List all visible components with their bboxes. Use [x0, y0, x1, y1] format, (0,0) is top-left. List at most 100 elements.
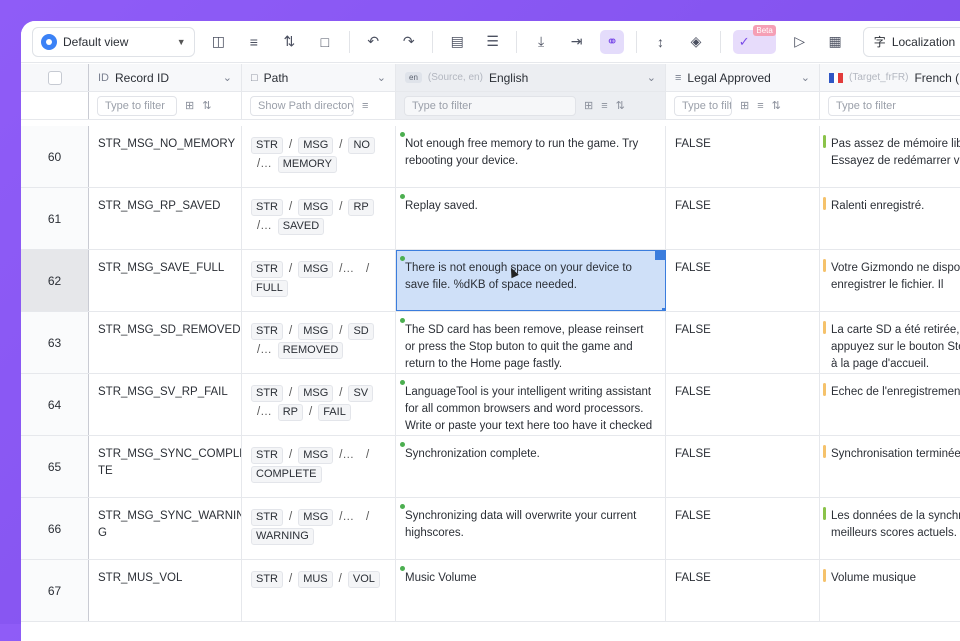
legal-approved-cell[interactable]: FALSE	[666, 250, 820, 311]
record-id-cell[interactable]: STR_MSG_SD_REMOVED	[89, 312, 242, 373]
folder-icon[interactable]: □	[313, 30, 336, 54]
record-id-cell[interactable]: STR_MUS_VOL	[89, 560, 242, 621]
legal-approved-cell[interactable]: FALSE	[666, 126, 820, 187]
english-cell[interactable]: Synchronization complete.	[396, 436, 666, 497]
download-icon[interactable]: ⤓	[529, 30, 552, 54]
english-cell[interactable]: Music Volume	[396, 560, 666, 621]
legal-approved-cell[interactable]: FALSE	[666, 374, 820, 435]
path-segment[interactable]: MSG	[298, 509, 334, 526]
path-segment[interactable]: FULL	[251, 280, 288, 297]
path-cell[interactable]: STR / MSG / SV /… RP / FAIL	[242, 374, 396, 435]
path-segment[interactable]: STR	[251, 509, 283, 526]
expand-icon[interactable]	[655, 250, 665, 260]
path-segment[interactable]: WARNING	[251, 528, 314, 545]
row-number[interactable]: 63	[21, 312, 89, 373]
view-selector[interactable]: Default view ▼	[32, 26, 195, 57]
record-id-cell[interactable]: STR_MSG_NO_MEMORY	[89, 126, 242, 187]
path-segment[interactable]: MEMORY	[277, 156, 338, 173]
record-id-cell[interactable]: STR_MSG_SYNC_COMPLE TE	[89, 436, 242, 497]
english-cell[interactable]: LanguageTool is your intelligent writing…	[396, 374, 666, 435]
french-cell[interactable]: Echec de l'enregistrement d	[820, 374, 960, 435]
path-cell[interactable]: STR / MUS / VOL	[242, 560, 396, 621]
legal-approved-cell[interactable]: FALSE	[666, 312, 820, 373]
filter-icon[interactable]: ≡	[242, 30, 265, 54]
column-header-legal-approved[interactable]: ≡ Legal Approved ⌄	[666, 64, 820, 91]
path-segment[interactable]: SAVED	[277, 218, 325, 235]
layout-icon[interactable]: ▦	[823, 30, 846, 54]
fill-icon[interactable]: ◈	[684, 30, 707, 54]
row-number[interactable]: 65	[21, 436, 89, 497]
undo-icon[interactable]: ↶	[362, 30, 385, 54]
path-segment[interactable]: MSG	[298, 199, 334, 216]
row-number[interactable]: 64	[21, 374, 89, 435]
french-cell[interactable]: Votre Gizmondo ne dispose pour enregistr…	[820, 250, 960, 311]
row-number[interactable]: 66	[21, 498, 89, 559]
filter-input[interactable]: Type to filt	[674, 95, 732, 116]
path-segment[interactable]: MSG	[298, 323, 334, 340]
row-number[interactable]: 62	[21, 250, 89, 311]
path-segment[interactable]: MSG	[298, 447, 334, 464]
path-segment[interactable]: STR	[251, 199, 283, 216]
path-segment[interactable]: MSG	[298, 137, 334, 154]
path-cell[interactable]: STR / MSG / RP /… SAVED	[242, 188, 396, 249]
column-header-french[interactable]: (Target_frFR) French (F	[820, 64, 960, 91]
column-header-english[interactable]: en (Source, en) English ⌄	[396, 64, 666, 91]
chevron-down-icon[interactable]: ⌄	[377, 71, 386, 84]
english-cell[interactable]: The SD card has been remove, please rein…	[396, 312, 666, 373]
sort-icon[interactable]: ⇅	[772, 99, 781, 112]
filter-input[interactable]: Type to filter	[828, 95, 960, 116]
row-height-icon[interactable]: ☰	[481, 30, 504, 54]
path-cell[interactable]: STR / MSG / SD /… REMOVED	[242, 312, 396, 373]
legal-approved-cell[interactable]: FALSE	[666, 560, 820, 621]
group-icon[interactable]: ▤	[445, 30, 468, 54]
chevron-down-icon[interactable]: ⌄	[647, 71, 656, 84]
settings-icon[interactable]: ⊞	[740, 99, 749, 112]
path-segment[interactable]: VOL	[347, 571, 380, 588]
localization-button[interactable]: 字 Localization ▼	[862, 26, 960, 57]
path-segment[interactable]: SD	[348, 323, 374, 340]
path-segment[interactable]: STR	[251, 137, 283, 154]
french-cell[interactable]: Pas assez de mémoire libre. Essayez de r…	[820, 126, 960, 187]
french-cell[interactable]: Synchronisation terminée.	[820, 436, 960, 497]
path-cell[interactable]: STR / MSG /… / COMPLETE	[242, 436, 396, 497]
select-all-checkbox[interactable]	[47, 70, 62, 85]
row-number[interactable]: 61	[21, 188, 89, 249]
english-cell[interactable]: There is not enough space on your device…	[396, 250, 666, 311]
chevron-down-icon[interactable]: ⌄	[801, 71, 810, 84]
ai-assistant-button[interactable]: ✓ Beta	[732, 24, 776, 54]
record-id-cell[interactable]: STR_MSG_SYNC_WARNIN G	[89, 498, 242, 559]
legal-approved-cell[interactable]: FALSE	[666, 498, 820, 559]
path-segment[interactable]: REMOVED	[277, 342, 344, 359]
path-segment[interactable]: NO	[348, 137, 375, 154]
french-cell[interactable]: La carte SD a été retirée, ve appuyez su…	[820, 312, 960, 373]
path-segment[interactable]: MUS	[298, 571, 333, 588]
path-segment[interactable]: COMPLETE	[251, 466, 322, 483]
english-cell[interactable]: Not enough free memory to run the game. …	[396, 126, 666, 187]
french-cell[interactable]: Ralenti enregistré.	[820, 188, 960, 249]
record-id-cell[interactable]: STR_MSG_SV_RP_FAIL	[89, 374, 242, 435]
path-segment[interactable]: MSG	[298, 261, 334, 278]
french-cell[interactable]: Les données de la synchron meilleurs sco…	[820, 498, 960, 559]
path-segment[interactable]: RP	[277, 404, 303, 421]
sort-icon[interactable]: ⇅	[202, 99, 211, 112]
settings-icon[interactable]: ⊞	[185, 99, 194, 112]
path-segment[interactable]: MSG	[298, 385, 334, 402]
fit-icon[interactable]: ↕	[649, 30, 672, 54]
path-segment[interactable]: STR	[251, 323, 283, 340]
sort-icon[interactable]: ⇅	[616, 99, 625, 112]
french-cell[interactable]: Volume musique	[820, 560, 960, 621]
record-id-cell[interactable]: STR_MSG_SAVE_FULL	[89, 250, 242, 311]
row-number[interactable]: 67	[21, 560, 89, 621]
link-icon[interactable]: ⚭	[600, 29, 624, 54]
row-number[interactable]: 60	[21, 126, 89, 187]
chevron-down-icon[interactable]: ⌄	[223, 71, 232, 84]
path-segment[interactable]: SV	[348, 385, 374, 402]
filter-input[interactable]: Type to filter	[404, 95, 576, 116]
columns-icon[interactable]: ◫	[207, 30, 230, 54]
path-segment[interactable]: STR	[251, 385, 283, 402]
path-cell[interactable]: STR / MSG/…/FULL	[242, 250, 396, 311]
english-cell[interactable]: Synchronizing data will overwrite your c…	[396, 498, 666, 559]
filter-input[interactable]: Show Path directory	[250, 95, 354, 116]
filter-icon[interactable]: ≡	[757, 100, 763, 112]
english-cell[interactable]: Replay saved.	[396, 188, 666, 249]
